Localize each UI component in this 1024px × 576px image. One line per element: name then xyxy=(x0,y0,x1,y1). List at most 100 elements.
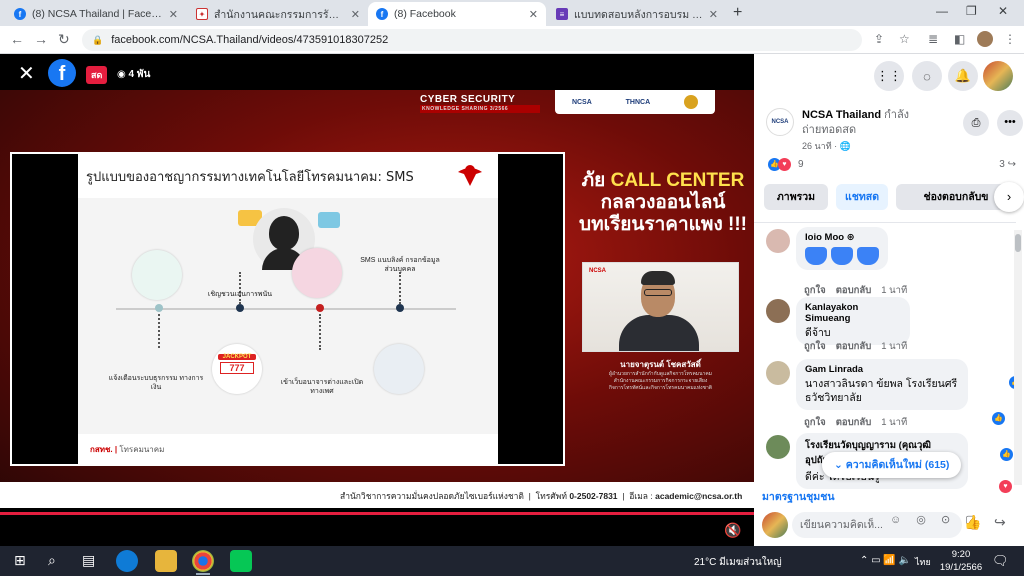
reply-link[interactable]: ตอบกลับ xyxy=(836,417,872,428)
forms-icon: ≡ xyxy=(556,8,568,20)
new-tab-button[interactable]: + xyxy=(733,4,742,22)
chrome-icon[interactable] xyxy=(192,550,214,575)
comment-meta: ถูกใจ ตอบกลับ 1 นาที xyxy=(804,417,908,428)
community-standards-link[interactable]: มาตรฐานชุมชน xyxy=(762,488,835,505)
account-avatar[interactable] xyxy=(983,61,1013,91)
back-icon[interactable]: ← xyxy=(10,31,24,47)
tab-overview[interactable]: ภาพรวม xyxy=(764,184,828,210)
video-top-bar: ✕ f สด ◉ 4 พัน xyxy=(0,54,754,90)
file-explorer-icon[interactable] xyxy=(155,550,177,572)
tab-live-chat[interactable]: แชทสด xyxy=(836,184,888,210)
item-bank-alert-text: แจ้งเตือนระบบธุรกรรม ทางการเงิน xyxy=(108,375,204,392)
share-icon[interactable]: ⇪ xyxy=(874,32,884,46)
tab-search-icon[interactable]: ≣ xyxy=(928,32,938,46)
save-icon[interactable]: ⎙ xyxy=(963,110,989,136)
garuda-emblem-icon xyxy=(458,165,482,186)
emblem-icon xyxy=(684,95,699,109)
scrollbar-thumb[interactable] xyxy=(1015,234,1021,252)
like-link[interactable]: ถูกใจ xyxy=(804,285,826,296)
footer-org: สำนักวิชาการความมั่นคงปลอดภัยไซเบอร์แห่ง… xyxy=(340,491,524,501)
close-tab-icon[interactable]: ✕ xyxy=(351,8,360,21)
weather-widget[interactable]: 21°C มีเมฆส่วนใหญ่ xyxy=(694,555,782,570)
commenter-avatar[interactable] xyxy=(766,299,790,323)
like-link[interactable]: ถูกใจ xyxy=(804,417,826,428)
like-icon[interactable]: 👍 xyxy=(964,514,981,531)
app-window: f (8) NCSA Thailand | Facebook ✕ ✦ สำนัก… xyxy=(0,0,1024,576)
restore-icon[interactable]: ❐ xyxy=(966,4,977,18)
headline: ภัย CALL CENTER กลลวงออนไลน์ บทเรียนราคา… xyxy=(579,170,747,235)
bookmark-star-icon[interactable]: ☆ xyxy=(899,32,910,46)
commenter-avatar[interactable] xyxy=(766,361,790,385)
government-site-icon: ✦ xyxy=(196,8,208,20)
language-indicator[interactable]: ไทย xyxy=(915,555,931,569)
menu-grid-icon[interactable]: ⋮⋮ xyxy=(874,61,904,91)
slide-content: รูปแบบของอาชญากรรมทางเทคโนโลยีโทรคมนาคม:… xyxy=(78,154,498,464)
floating-love-icon: ♥ xyxy=(999,480,1012,493)
slide-footer: กสทช. | โทรคมนาคม xyxy=(90,445,165,454)
more-options-icon[interactable]: ••• xyxy=(997,110,1023,136)
commenter-avatar[interactable] xyxy=(766,435,790,459)
connector xyxy=(158,314,160,348)
messenger-icon[interactable]: ◌ xyxy=(912,61,942,91)
video-player[interactable]: ✕ f สด ◉ 4 พัน CYBER SECURITY KNOWLEDGE … xyxy=(0,54,754,546)
minimize-icon[interactable]: — xyxy=(936,4,948,18)
reply-link[interactable]: ตอบกลับ xyxy=(836,341,872,352)
reply-link[interactable]: ตอบกลับ xyxy=(836,285,872,296)
facebook-logo-icon[interactable]: f xyxy=(48,59,76,87)
lock-icon: 🔒 xyxy=(92,34,104,45)
close-icon[interactable]: ✕ xyxy=(18,61,35,86)
commenter-name[interactable]: Ioio Moo ⊛ xyxy=(805,232,879,243)
chevron-right-icon[interactable]: › xyxy=(994,182,1024,212)
new-comments-button[interactable]: ⌄ ความคิดเห็นใหม่ (615) xyxy=(822,452,962,478)
broadcast-frame: CYBER SECURITY KNOWLEDGE SHARING 3/2566 … xyxy=(0,90,754,508)
address-bar[interactable]: 🔒 facebook.com/NCSA.Thailand/videos/4735… xyxy=(82,29,862,51)
volume-muted-icon[interactable]: 🔇 xyxy=(724,522,741,539)
close-tab-icon[interactable]: ✕ xyxy=(709,8,718,21)
windows-taskbar: ⊞ ⌕ ▤ 21°C มีเมฆส่วนใหญ่ ⌃ ▭ 📶 🔈 ไทย 9:2… xyxy=(0,546,1024,576)
close-tab-icon[interactable]: ✕ xyxy=(169,8,178,21)
action-center-icon[interactable]: 🗨 xyxy=(992,553,1009,569)
event-banner: CYBER SECURITY KNOWLEDGE SHARING 3/2566 … xyxy=(420,90,754,114)
line-app-icon[interactable] xyxy=(230,550,252,572)
post-time[interactable]: 26 นาที · 🌐 xyxy=(802,139,851,153)
commenter-name[interactable]: Kanlayakon Simueang xyxy=(805,302,901,324)
slot-machine-icon: JACKPOT 777 xyxy=(212,344,262,394)
phone-payment-icon xyxy=(132,250,182,300)
event-title: CYBER SECURITY KNOWLEDGE SHARING 3/2566 xyxy=(420,94,540,113)
page-name[interactable]: NCSA Thailand กำลัง ถ่ายทอดสด xyxy=(802,108,942,139)
eye-icon: ◉ xyxy=(117,69,129,80)
hands-icon xyxy=(292,248,342,298)
reaction-count[interactable]: 9 xyxy=(798,159,804,170)
share-count[interactable]: 3 ↪ xyxy=(999,159,1016,170)
commenter-name[interactable]: Gam Linrada xyxy=(805,364,959,375)
edge-icon[interactable] xyxy=(116,550,138,572)
close-window-icon[interactable]: ✕ xyxy=(998,4,1008,18)
share-icon[interactable]: ↪ xyxy=(994,514,1006,531)
thnca-logo: THNCA xyxy=(625,98,651,106)
side-panel-icon[interactable]: ◧ xyxy=(954,32,965,46)
url-text: facebook.com/NCSA.Thailand/videos/473591… xyxy=(111,34,389,46)
forward-icon[interactable]: → xyxy=(34,31,48,47)
notifications-bell-icon[interactable]: 🔔 xyxy=(948,61,978,91)
browser-tab-ncsa-facebook[interactable]: f (8) NCSA Thailand | Facebook ✕ xyxy=(6,2,186,26)
reload-icon[interactable]: ↻ xyxy=(58,31,70,48)
clock[interactable]: 9:20 19/1/2566 xyxy=(936,548,986,574)
browser-tab-forms[interactable]: ≡ แบบทดสอบหลังการอบรม และแบบสอบ ✕ xyxy=(548,2,726,26)
video-progress-bar[interactable] xyxy=(0,512,754,515)
facebook-icon: f xyxy=(14,8,26,20)
task-view-icon[interactable]: ▤ xyxy=(82,552,95,569)
windows-start-icon[interactable]: ⊞ xyxy=(14,552,26,569)
profile-avatar[interactable] xyxy=(977,31,993,47)
like-link[interactable]: ถูกใจ xyxy=(804,341,826,352)
search-icon[interactable]: ⌕ xyxy=(48,552,56,569)
share-arrow-icon: ↪ xyxy=(1007,159,1016,170)
timeline-line xyxy=(116,308,456,310)
browser-tab-ncsa-site[interactable]: ✦ สำนักงานคณะกรรมการรักษาความ ✕ xyxy=(188,2,368,26)
comment-scrollbar[interactable] xyxy=(1014,230,1022,485)
browser-tab-facebook-active[interactable]: f (8) Facebook ✕ xyxy=(368,2,546,26)
system-tray-icons[interactable]: ⌃ ▭ 📶 🔈 xyxy=(860,555,911,566)
close-tab-icon[interactable]: ✕ xyxy=(529,8,538,21)
browser-menu-icon[interactable]: ⋮ xyxy=(1004,32,1016,46)
page-avatar[interactable]: NCSA xyxy=(766,108,794,136)
commenter-avatar[interactable] xyxy=(766,229,790,253)
